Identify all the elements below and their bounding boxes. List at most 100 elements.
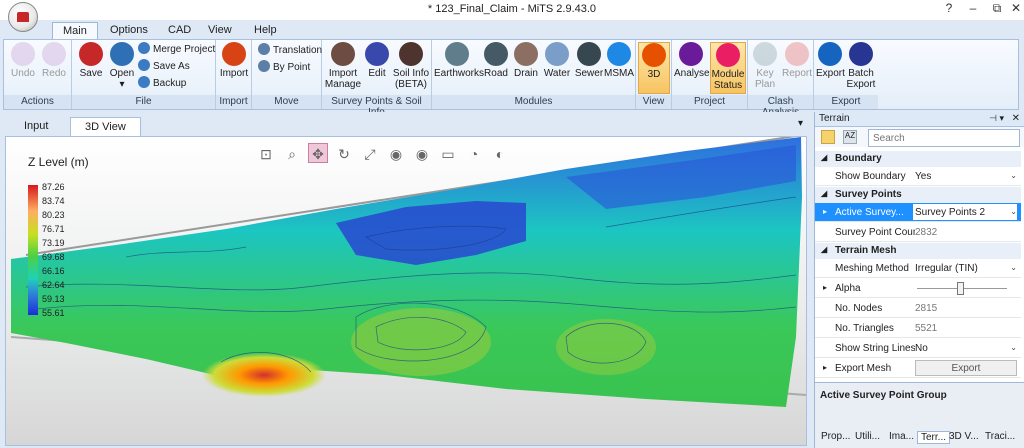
category-boundary[interactable]: ◢ Boundary: [815, 151, 1021, 167]
translation-button[interactable]: Translation: [258, 43, 322, 59]
window-title: * 123_Final_Claim - MiTS 2.9.43.0: [427, 3, 597, 15]
undo-button[interactable]: Undo: [10, 42, 36, 79]
view-front-icon[interactable]: ◉: [386, 144, 406, 164]
show-boundary-value[interactable]: Yes: [915, 171, 931, 182]
water-button[interactable]: Water: [542, 42, 572, 79]
edit-button[interactable]: Edit: [364, 42, 390, 79]
minimize-button[interactable]: –: [962, 1, 984, 18]
by-point-button[interactable]: By Point: [258, 60, 310, 76]
row-show-boundary[interactable]: Show Boundary Yes ⌄: [815, 167, 1021, 186]
batch-export-icon: [849, 42, 873, 66]
expand-icon[interactable]: ▸: [823, 207, 827, 216]
backup-label: Backup: [153, 78, 187, 89]
tab-help[interactable]: Help: [244, 22, 287, 40]
drain-icon: [514, 42, 538, 66]
fit-extents-icon[interactable]: ⤢: [360, 144, 380, 164]
tab-images[interactable]: Ima...: [889, 431, 914, 442]
active-survey-value[interactable]: Survey Points 2: [913, 204, 1017, 220]
row-meshing-method[interactable]: Meshing Method Irregular (TIN) ⌄: [815, 259, 1021, 278]
group-label-import: Import: [216, 95, 251, 109]
view-toolbar: ⊡ ⌕ ✥ ↻ ⤢ ◉ ◉ ▭ ◔ ◐: [256, 143, 516, 165]
batch-export-button[interactable]: Batch Export: [846, 42, 876, 90]
3d-viewport[interactable]: Z Level (m) 87.26 83.74 80.23 76.71 73.1…: [5, 136, 807, 446]
row-export-mesh: ▸ Export Mesh Export: [815, 359, 1021, 378]
road-button[interactable]: Road: [482, 42, 510, 79]
pan-icon[interactable]: ✥: [308, 143, 328, 163]
group-label-modules: Modules: [432, 95, 635, 109]
row-show-string-lines[interactable]: Show String Lines No ⌄: [815, 339, 1021, 358]
drain-button[interactable]: Drain: [512, 42, 540, 79]
import-button[interactable]: Import: [219, 42, 249, 79]
row-nodes: No. Nodes 2815: [815, 299, 1021, 318]
row-active-survey[interactable]: ▸ Active Survey... Survey Points 2 ⌄: [815, 203, 1021, 222]
zoom-window-icon[interactable]: ⊡: [256, 144, 276, 164]
module-status-label-1: Module: [711, 69, 745, 80]
row-alpha[interactable]: ▸ Alpha: [815, 279, 1021, 298]
tab-3d-view[interactable]: 3D View: [70, 117, 141, 136]
category-survey-label: Survey Points: [835, 189, 902, 200]
sewer-button[interactable]: Sewer: [574, 42, 604, 79]
backup-button[interactable]: Backup: [138, 76, 186, 92]
zoom-icon[interactable]: ⌕: [282, 144, 302, 164]
merge-project-button[interactable]: Merge Project: [138, 42, 215, 58]
tab-input[interactable]: Input: [10, 117, 62, 136]
export-button[interactable]: Export: [816, 42, 845, 79]
tab-terrain[interactable]: Terr...: [917, 431, 951, 444]
expand-icon[interactable]: ▸: [823, 363, 827, 372]
view-iso-icon[interactable]: ◔: [464, 144, 484, 164]
expand-icon[interactable]: ▸: [823, 283, 827, 292]
sewer-label: Sewer: [574, 68, 604, 79]
import-manage-label-2: Manage: [324, 79, 362, 90]
strings-value[interactable]: No: [915, 343, 928, 354]
chevron-down-icon[interactable]: ⌄: [1010, 263, 1017, 272]
earthworks-button[interactable]: Earthworks: [434, 42, 484, 79]
categorized-icon[interactable]: [821, 130, 835, 144]
redo-button[interactable]: Redo: [40, 42, 68, 79]
close-button[interactable]: ✕: [1005, 1, 1024, 18]
tab-view[interactable]: View: [198, 22, 242, 40]
analyse-button[interactable]: Analyse: [674, 42, 710, 79]
save-as-button[interactable]: Save As: [138, 59, 190, 75]
3d-icon: [642, 43, 666, 67]
3d-button[interactable]: 3D: [638, 42, 670, 94]
import-manage-button[interactable]: Import Manage: [324, 42, 362, 90]
tab-options[interactable]: Options: [100, 22, 158, 40]
msma-button[interactable]: MSMA: [604, 42, 634, 79]
analyse-label: Analyse: [674, 68, 710, 79]
app-logo-icon[interactable]: [8, 2, 38, 32]
group-label-view: View: [636, 95, 671, 109]
soil-info-button[interactable]: Soil Info (BETA): [392, 42, 430, 90]
open-button[interactable]: Open ▾: [108, 42, 136, 90]
alpha-slider-handle[interactable]: [957, 282, 964, 295]
tab-utilities[interactable]: Utili...: [855, 431, 880, 442]
report-icon: [785, 42, 809, 66]
settings-view-icon[interactable]: ◐: [490, 144, 510, 164]
chevron-down-icon[interactable]: ⌄: [1010, 343, 1017, 352]
tab-3d-view-panel[interactable]: 3D V...: [949, 431, 979, 442]
export-mesh-button[interactable]: Export: [915, 360, 1017, 376]
key-plan-button[interactable]: Key Plan: [750, 42, 780, 90]
group-project: Analyse Module Status Project: [672, 40, 748, 109]
report-button[interactable]: Report: [782, 42, 812, 79]
meshing-value[interactable]: Irregular (TIN): [915, 263, 978, 274]
alphabetical-icon[interactable]: AZ: [843, 130, 857, 144]
view-top-icon[interactable]: ▭: [438, 144, 458, 164]
help-icon[interactable]: ?: [938, 1, 960, 18]
category-terrain-mesh[interactable]: ◢ Terrain Mesh: [815, 243, 1021, 259]
tab-cad[interactable]: CAD: [158, 22, 201, 40]
module-status-button[interactable]: Module Status: [710, 42, 746, 94]
tab-properties[interactable]: Prop...: [821, 431, 850, 442]
panel-search-input[interactable]: [868, 129, 1020, 147]
view-side-icon[interactable]: ◉: [412, 144, 432, 164]
save-button[interactable]: Save: [76, 42, 106, 79]
pin-icon[interactable]: ⊣ ▾: [989, 113, 1004, 124]
tab-tracing[interactable]: Traci...: [985, 431, 1015, 442]
category-survey-points[interactable]: ◢ Survey Points: [815, 187, 1021, 203]
water-label: Water: [543, 68, 571, 79]
rotate-icon[interactable]: ↻: [334, 144, 354, 164]
terrain-panel: Terrain ⊣ ▾ ✕ AZ ◢Boundary Show Boundary…: [814, 112, 1024, 448]
chevron-down-icon[interactable]: ⌄: [1010, 207, 1017, 216]
chevron-down-icon[interactable]: ⌄: [1010, 171, 1017, 180]
panel-close-icon[interactable]: ✕: [1012, 113, 1020, 124]
doc-menu-arrow-icon[interactable]: ▾: [798, 118, 803, 129]
